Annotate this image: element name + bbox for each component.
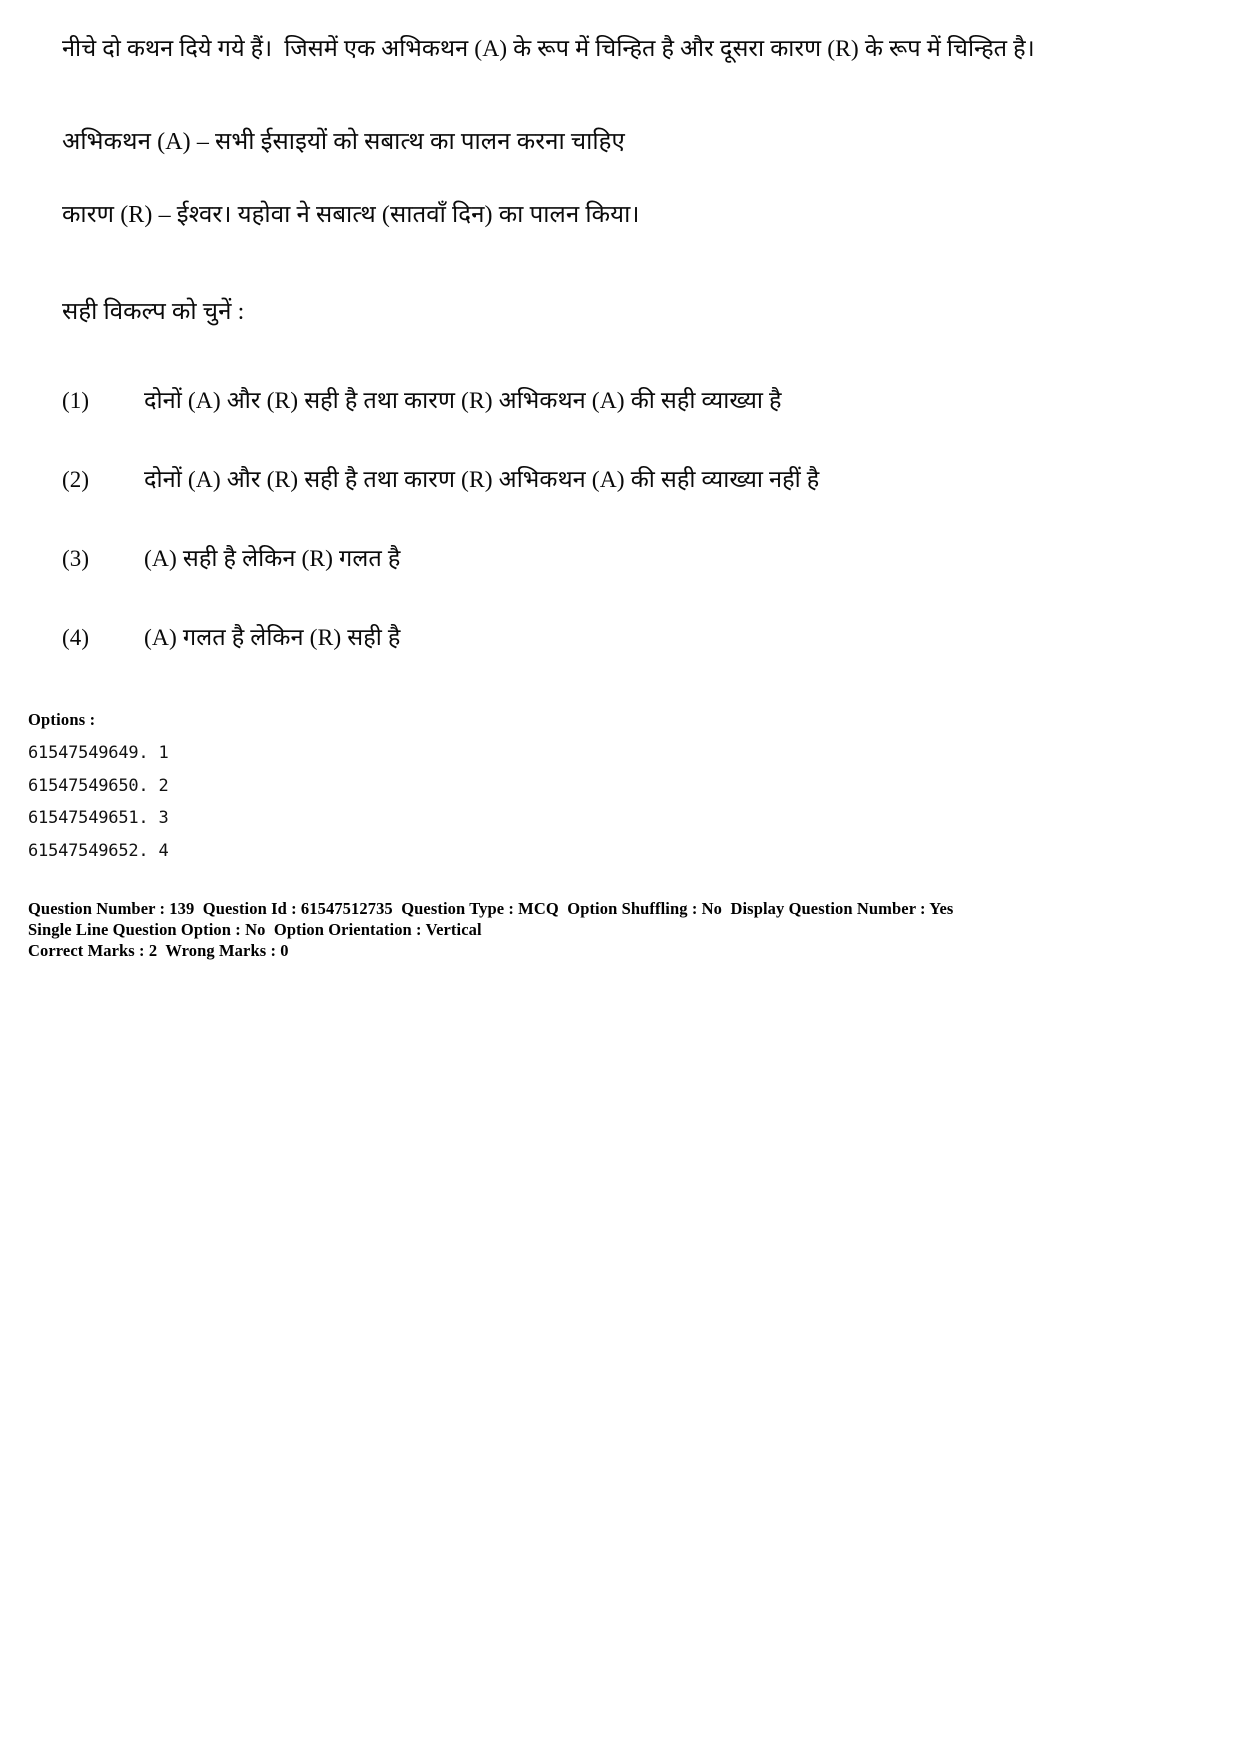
choice-option-3[interactable]: (3) (A) सही है लेकिन (R) गलत है [62,543,1202,622]
choice-option-2[interactable]: (2) दोनों (A) और (R) सही है तथा कारण (R)… [62,464,1202,543]
options-heading: Options : [28,710,96,729]
choice-label: (A) गलत है लेकिन (R) सही है [144,625,401,651]
choice-number: (2) [62,467,90,492]
option-id-item: 61547549649. 1 [28,743,169,763]
assertion-line: अभिकथन (A) – सभी ईसाइयों को सबात्थ का पा… [62,129,625,155]
option-id-list: 61547549649. 1 61547549650. 2 6154754965… [28,737,1208,867]
options-metadata-block: Options : 61547549649. 1 61547549650. 2 … [28,710,1208,867]
question-statement-intro: नीचे दो कथन दिये गये हैं। जिसमें एक अभिक… [62,34,1212,66]
exam-question-page: नीचे दो कथन दिये गये हैं। जिसमें एक अभिक… [0,0,1240,1754]
choice-label: दोनों (A) और (R) सही है तथा कारण (R) अभि… [144,467,820,493]
option-id-item: 61547549651. 3 [28,808,169,828]
choose-option-prompt: सही विकल्प को चुनें : [62,299,245,325]
choice-option-4[interactable]: (4) (A) गलत है लेकिन (R) सही है [62,622,1202,701]
reason-line: कारण (R) – ईश्वर। यहोवा ने सबात्थ (सातवा… [62,202,640,228]
choice-number: (1) [62,388,90,413]
intro-text: नीचे दो कथन दिये गये हैं। जिसमें एक अभिक… [62,36,1035,62]
question-metadata-block: Question Number : 139 Question Id : 6154… [28,898,1208,961]
question-meta-line-1: Question Number : 139 Question Id : 6154… [28,899,954,918]
choice-option-1[interactable]: (1) दोनों (A) और (R) सही है तथा कारण (R)… [62,385,1202,464]
choice-number: (3) [62,546,90,571]
option-id-item: 61547549650. 2 [28,775,169,796]
choice-number: (4) [62,625,90,650]
choice-list: (1) दोनों (A) और (R) सही है तथा कारण (R)… [62,385,1202,701]
option-id-item: 61547549652. 4 [28,840,169,861]
question-meta-line-2: Single Line Question Option : No Option … [28,920,482,939]
question-meta-line-3: Correct Marks : 2 Wrong Marks : 0 [28,941,289,960]
choice-label: (A) सही है लेकिन (R) गलत है [144,546,401,572]
choice-label: दोनों (A) और (R) सही है तथा कारण (R) अभि… [144,388,782,414]
